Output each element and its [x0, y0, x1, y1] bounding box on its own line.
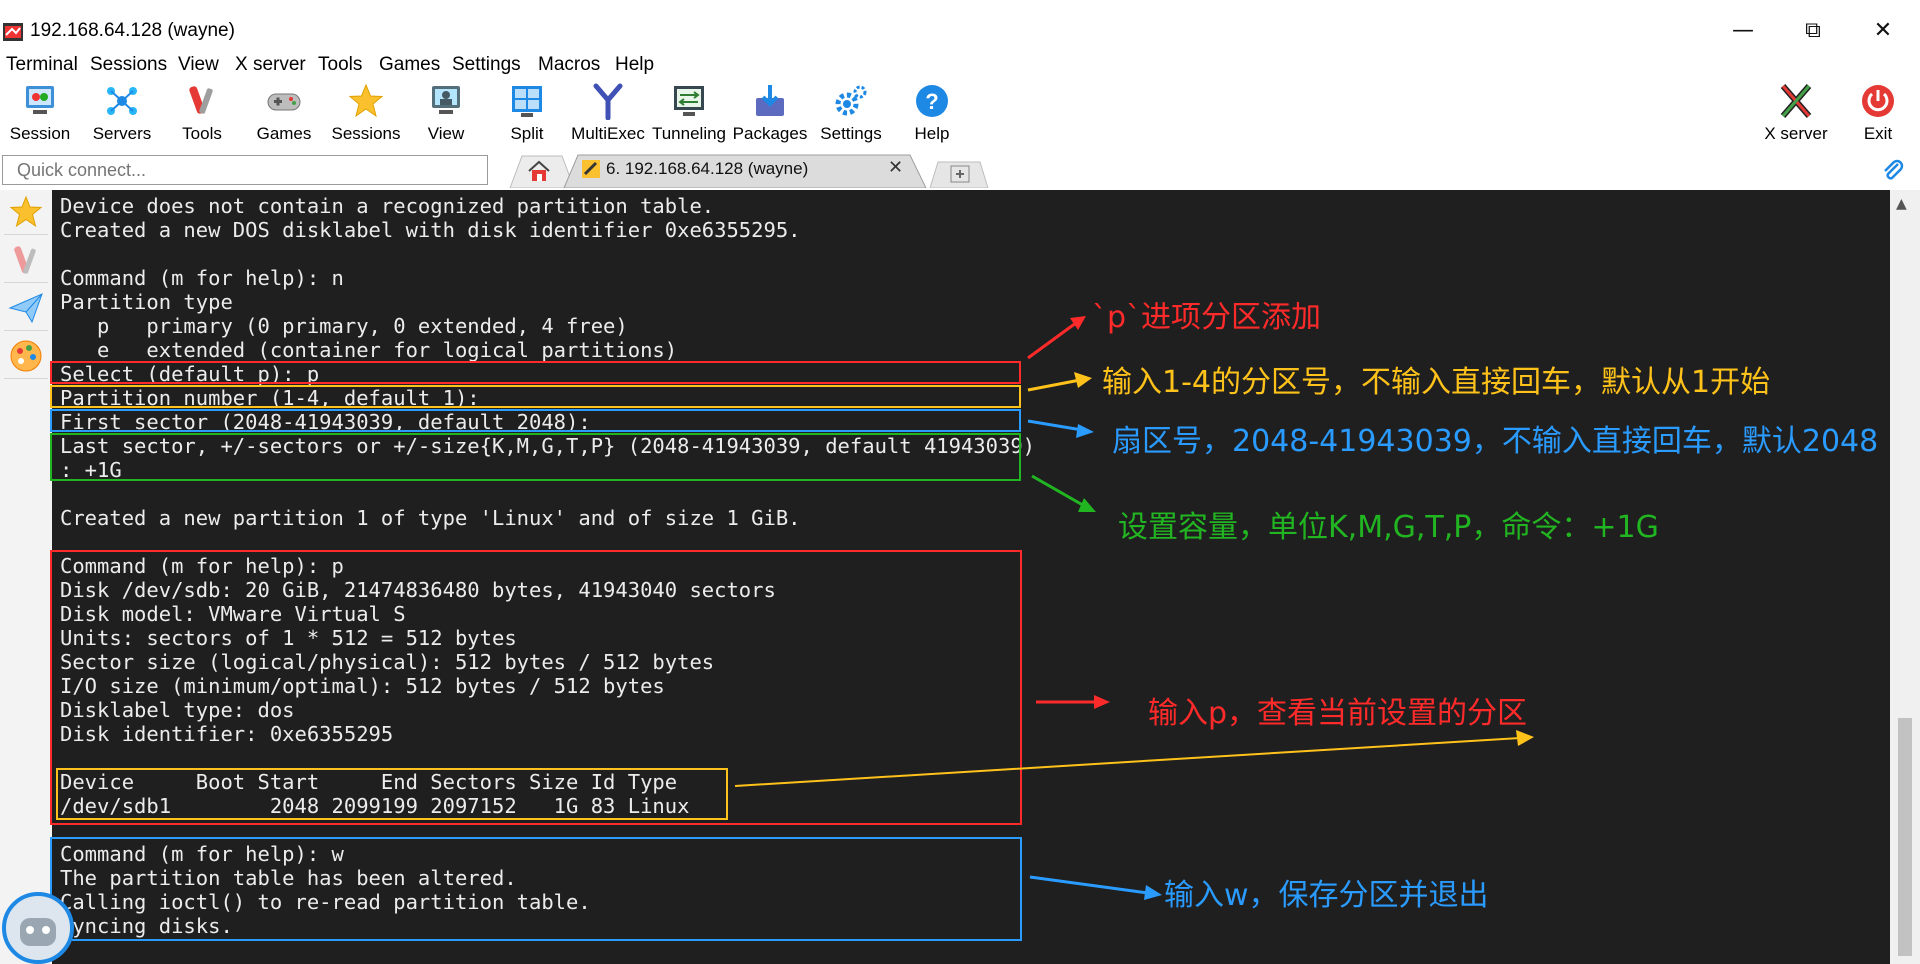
annotation-partition-number: 输入1-4的分区号，不输入直接回车，默认从1开始 [1102, 365, 1771, 400]
avatar[interactable] [0, 888, 76, 964]
annotation-size: 设置容量，单位K,M,G,T,P，命令：+1G [1118, 510, 1659, 545]
annotation-first-sector: 扇区号，2048-41943039，不输入直接回车，默认2048 [1112, 424, 1879, 459]
annotation-print: 输入p，查看当前设置的分区 [1148, 696, 1528, 731]
annotation-write: 输入w，保存分区并退出 [1164, 878, 1489, 913]
annotation-arrows [734, 316, 1534, 900]
annotation-add-partition: `p`进项分区添加 [1092, 300, 1322, 335]
